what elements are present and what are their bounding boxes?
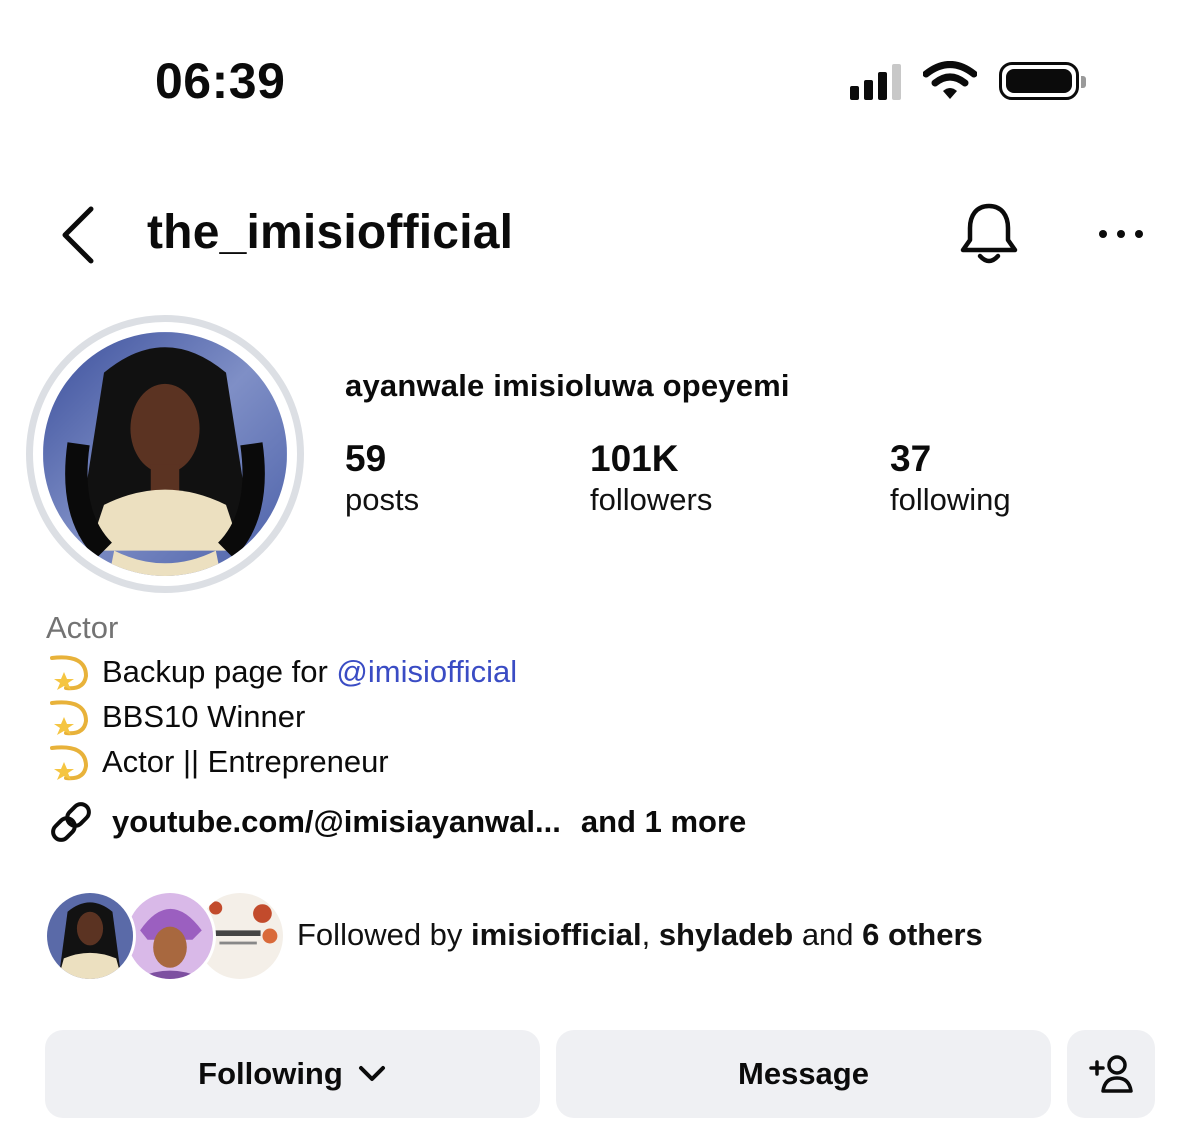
- mutual-avatar: [44, 890, 136, 982]
- battery-icon: [999, 62, 1086, 100]
- following-button[interactable]: Following: [45, 1030, 540, 1118]
- followed-by-others: 6 others: [862, 917, 983, 952]
- bio-link-more[interactable]: and 1 more: [581, 804, 746, 840]
- posts-count: 59: [345, 438, 387, 479]
- followed-by-user: imisiofficial: [471, 917, 642, 952]
- back-chevron-icon[interactable]: [55, 205, 103, 265]
- bio-line: BBS10 Winner: [46, 697, 305, 737]
- dizzy-emoji-icon: [50, 700, 89, 736]
- chevron-down-icon: [358, 1066, 385, 1081]
- stat-following[interactable]: 37 following: [890, 438, 1011, 520]
- link-icon: [51, 802, 91, 842]
- add-person-icon: [1089, 1055, 1133, 1093]
- add-user-button[interactable]: [1067, 1030, 1155, 1118]
- bell-icon[interactable]: [958, 200, 1020, 268]
- message-button-label: Message: [738, 1056, 869, 1091]
- dizzy-emoji-icon: [50, 745, 89, 781]
- followers-label: followers: [590, 482, 713, 517]
- following-count: 37: [890, 438, 932, 479]
- signal-icon: [850, 62, 901, 100]
- profile-avatar[interactable]: [26, 315, 304, 593]
- stat-followers[interactable]: 101K followers: [590, 438, 712, 520]
- followed-by-and: and: [793, 917, 863, 952]
- status-time: 06:39: [155, 53, 286, 109]
- wifi-icon: [923, 61, 977, 99]
- profile-username: the_imisiofficial: [147, 206, 514, 259]
- followed-by-user: shyladeb: [658, 917, 794, 952]
- followers-count: 101K: [590, 438, 679, 479]
- stat-posts[interactable]: 59 posts: [345, 438, 419, 520]
- mutual-followers-avatars[interactable]: [44, 890, 286, 985]
- bio-line: Backup page for @imisiofficial: [46, 652, 517, 692]
- followed-by-text[interactable]: Followed by imisiofficial, shyladeb and …: [297, 917, 983, 953]
- bio-mention-link[interactable]: @imisiofficial: [336, 654, 517, 690]
- more-dots-icon[interactable]: [1095, 218, 1147, 250]
- posts-label: posts: [345, 482, 420, 517]
- followed-by-separator: ,: [641, 917, 659, 952]
- bio-link-row[interactable]: youtube.com/@imisiayanwal... and 1 more: [46, 797, 746, 847]
- following-button-label: Following: [198, 1056, 343, 1091]
- status-icons: [850, 60, 1086, 102]
- bio-line: Actor || Entrepreneur: [46, 742, 389, 782]
- bio-line-text: BBS10 Winner: [102, 699, 306, 734]
- mutual-avatar: [124, 890, 216, 982]
- profile-category: Actor: [46, 610, 119, 645]
- following-label: following: [890, 482, 1011, 517]
- avatar-photo: [42, 331, 288, 577]
- dizzy-emoji-icon: [50, 655, 89, 691]
- followed-by-prefix: Followed by: [297, 917, 472, 952]
- bio-line-text: Backup page for: [102, 654, 337, 689]
- profile-full-name: ayanwale imisioluwa opeyemi: [345, 368, 790, 403]
- bio-line-text: Actor || Entrepreneur: [102, 744, 389, 779]
- bio-link-url[interactable]: youtube.com/@imisiayanwal...: [112, 804, 561, 840]
- message-button[interactable]: Message: [556, 1030, 1051, 1118]
